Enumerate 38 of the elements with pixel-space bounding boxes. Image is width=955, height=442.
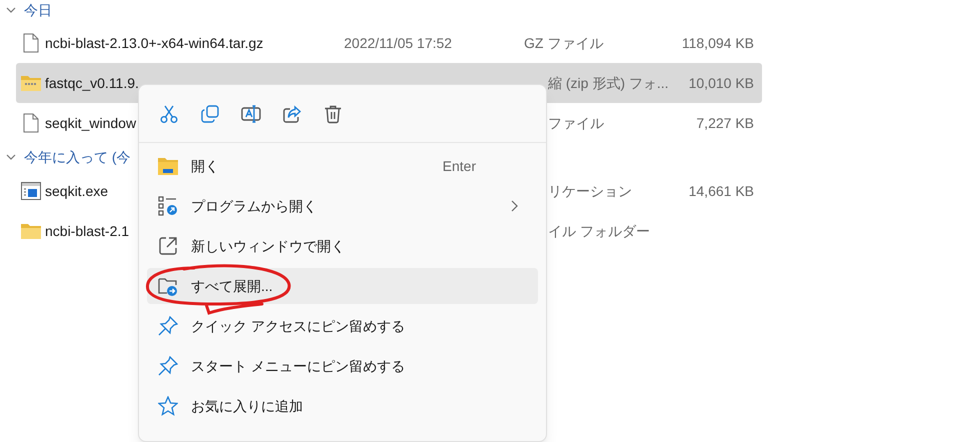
group-header[interactable]: 今日 — [24, 0, 52, 20]
group-header[interactable]: 今年に入って (今 — [24, 146, 131, 168]
folder-icon — [158, 157, 178, 175]
file-size: 10,010 KB — [688, 74, 754, 92]
share-icon[interactable] — [282, 104, 302, 124]
application-icon — [20, 182, 40, 200]
file-name: ncbi-blast-2.13.0+-x64-win64.tar.gz — [45, 34, 264, 53]
star-icon — [158, 396, 178, 416]
file-type: リケーション — [547, 182, 633, 200]
file-type: イル フォルダー — [547, 222, 651, 240]
file-size: 118,094 KB — [680, 34, 754, 52]
document-icon — [22, 113, 38, 133]
zip-folder-icon — [20, 75, 40, 91]
menu-item[interactable]: すべて展開... — [147, 268, 538, 304]
new-window-icon — [159, 237, 177, 255]
pin-icon — [158, 316, 178, 336]
file-type: 縮 (zip 形式) フォ... — [547, 74, 670, 93]
cut-icon[interactable] — [159, 104, 179, 124]
file-name: fastqc_v0.11.9. — [45, 74, 139, 93]
pin-icon — [158, 356, 178, 376]
folder-arrow-icon — [158, 276, 178, 296]
file-name: seqkit.exe — [45, 182, 108, 201]
file-size: 14,661 KB — [688, 182, 754, 200]
chevron-down-icon[interactable] — [6, 153, 16, 161]
delete-icon[interactable] — [323, 104, 343, 124]
file-size: 7,227 KB — [695, 114, 754, 132]
file-type: ファイル — [547, 114, 605, 132]
shortcut-label: Enter — [442, 156, 476, 176]
file-name: ncbi-blast-2.1 — [45, 222, 130, 240]
open-with-icon — [158, 196, 178, 216]
copy-icon[interactable] — [200, 104, 220, 124]
file-name: seqkit_window — [45, 114, 136, 133]
folder-icon — [20, 223, 40, 239]
file-type: GZ ファイル — [524, 34, 604, 52]
chevron-down-icon[interactable] — [6, 6, 16, 14]
date-modified: 2022/11/05 17:52 — [344, 34, 453, 52]
rename-icon[interactable] — [241, 104, 261, 124]
document-icon — [22, 33, 38, 53]
